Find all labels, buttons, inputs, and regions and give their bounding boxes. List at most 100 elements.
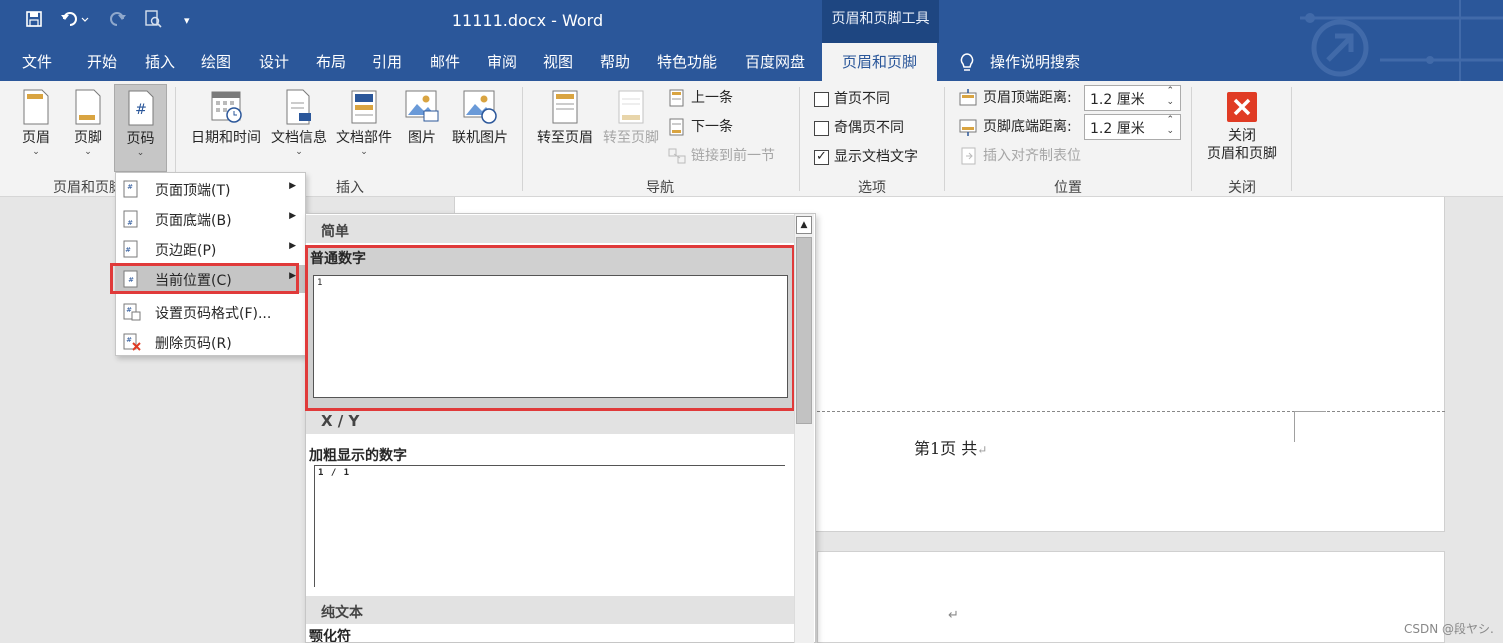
link-to-previous-label: 链接到前一节	[691, 148, 775, 164]
separator	[1191, 87, 1192, 191]
footer-distance-label: 页脚底端距离:	[983, 119, 1072, 135]
previous-button[interactable]: 上一条	[668, 89, 733, 107]
svg-text:#: #	[127, 219, 133, 227]
picture-label: 图片	[408, 130, 436, 146]
document-page-2[interactable]	[817, 551, 1445, 643]
gallery-section-simple: 简单	[306, 215, 794, 243]
picture-button[interactable]: 图片	[402, 89, 442, 147]
tab-baidu[interactable]: 百度网盘	[745, 52, 805, 72]
online-picture-button[interactable]: 联机图片	[448, 89, 512, 147]
gallery-item-plain-preview[interactable]: 1	[313, 275, 788, 398]
docinfo-button[interactable]: 文档信息 ⌄	[266, 89, 332, 157]
tab-layout[interactable]: 布局	[316, 52, 346, 72]
tab-home[interactable]: 开始	[87, 52, 117, 72]
footer-page-text[interactable]: 第1页 共↵	[914, 435, 987, 459]
svg-text:#: #	[126, 306, 132, 314]
checkbox-checked[interactable]	[814, 148, 829, 166]
close-header-footer-button[interactable]: 关闭 页眉和页脚	[1200, 91, 1284, 163]
group-label-position: 位置	[1054, 180, 1082, 196]
tab-header-footer[interactable]: 页眉和页脚	[822, 43, 938, 81]
menu-item-top-of-page[interactable]: # 页面顶端(T) ▶	[116, 175, 305, 203]
show-document-text-checkbox[interactable]: 显示文档文字	[814, 148, 918, 166]
different-odd-even-checkbox[interactable]: 奇偶页不同	[814, 119, 904, 137]
gallery-item-plain-title: 普通数字	[310, 251, 366, 267]
tell-me-search[interactable]: 操作说明搜索	[990, 52, 1080, 72]
menu-item-remove-page-numbers[interactable]: # 删除页码(R)	[116, 328, 305, 356]
context-tab-group: 页眉和页脚工具	[822, 0, 939, 43]
tab-help[interactable]: 帮助	[600, 52, 630, 72]
show-document-text-label: 显示文档文字	[834, 149, 918, 165]
next-button[interactable]: 下一条	[668, 118, 733, 136]
margin-marker	[1294, 412, 1295, 442]
gallery-item-tilde-title: 颚化符	[309, 629, 351, 643]
gallery-item-bold-title: 加粗显示的数字	[309, 448, 407, 464]
online-picture-label: 联机图片	[452, 130, 508, 146]
circuit-decoration-icon	[1300, 0, 1503, 81]
next-label: 下一条	[691, 119, 733, 135]
quick-parts-icon	[351, 90, 377, 124]
quick-parts-label: 文档部件	[336, 130, 392, 146]
gallery-item-bold-preview[interactable]: 1 / 1	[314, 465, 785, 587]
menu-label: 删除页码(R)	[155, 336, 232, 352]
footer-distance-row: 页脚底端距离:	[958, 118, 1072, 136]
paragraph-mark: ↵	[948, 608, 959, 623]
calendar-icon	[211, 91, 242, 123]
goto-header-button[interactable]: 转至页眉	[532, 89, 598, 147]
submenu-arrow-icon: ▶	[289, 181, 296, 191]
footer-distance-icon	[959, 119, 977, 136]
tab-draw[interactable]: 绘图	[201, 52, 231, 72]
footer-label: 页脚	[74, 130, 102, 146]
goto-footer-label: 转至页脚	[603, 130, 659, 146]
svg-text:#: #	[135, 102, 147, 118]
tab-mailings[interactable]: 邮件	[430, 52, 460, 72]
alignment-tab-icon	[961, 147, 976, 165]
margin-marker	[1294, 411, 1326, 412]
checkbox-box[interactable]	[814, 120, 829, 136]
tab-references[interactable]: 引用	[372, 52, 402, 72]
scroll-up-icon[interactable]: ▲	[796, 216, 812, 234]
footer-distance-value[interactable]: 1.2 厘米	[1090, 121, 1145, 137]
spinner-arrows-icon[interactable]: ⌃ ⌄	[1166, 115, 1174, 137]
menu-item-format-page-numbers[interactable]: # 设置页码格式(F)...	[116, 298, 305, 326]
format-page-numbers-icon: #	[123, 303, 141, 321]
next-icon	[669, 118, 684, 136]
preview-text: 1 / 1	[318, 468, 351, 478]
footer-text: 第1页 共	[914, 439, 978, 458]
group-label-insert: 插入	[336, 180, 364, 196]
tab-special[interactable]: 特色功能	[657, 52, 717, 72]
menu-label: 页边距(P)	[155, 243, 217, 259]
svg-text:#: #	[125, 246, 131, 254]
quick-parts-button[interactable]: 文档部件 ⌄	[332, 89, 396, 157]
gallery-section-plain-text: 纯文本	[306, 596, 794, 624]
menu-item-bottom-of-page[interactable]: # 页面底端(B) ▶	[116, 205, 305, 233]
menu-label: 页面顶端(T)	[155, 183, 231, 199]
menu-item-page-margins[interactable]: # 页边距(P) ▶	[116, 235, 305, 263]
different-first-page-checkbox[interactable]: 首页不同	[814, 90, 890, 108]
header-distance-label: 页眉顶端距离:	[983, 90, 1072, 106]
group-label-navigation: 导航	[646, 180, 674, 196]
spinner-arrows-icon[interactable]: ⌃ ⌄	[1166, 86, 1174, 108]
tab-file[interactable]: 文件	[22, 52, 52, 72]
scrollbar-thumb[interactable]	[796, 237, 812, 424]
tab-review[interactable]: 审阅	[487, 52, 517, 72]
svg-text:#: #	[126, 336, 132, 344]
header-label: 页眉	[22, 130, 50, 146]
tab-design[interactable]: 设计	[259, 52, 289, 72]
tab-view[interactable]: 视图	[543, 52, 573, 72]
header-distance-value[interactable]: 1.2 厘米	[1090, 92, 1145, 108]
separator	[944, 87, 945, 191]
previous-icon	[669, 89, 684, 107]
datetime-button[interactable]: 日期和时间	[188, 89, 264, 147]
tab-insert[interactable]: 插入	[145, 52, 175, 72]
document-info-icon	[286, 89, 311, 125]
footer-button[interactable]: 页脚 ⌄	[66, 89, 110, 157]
page-number-button[interactable]: # 页码 ⌄	[114, 84, 167, 172]
link-icon	[668, 148, 686, 164]
header-distance-spinner[interactable]: 1.2 厘米 ⌃ ⌄	[1084, 85, 1181, 111]
previous-label: 上一条	[691, 90, 733, 106]
gallery-item-plain-number[interactable]: 普通数字 1	[305, 245, 795, 411]
header-button[interactable]: 页眉 ⌄	[14, 89, 58, 157]
footer-distance-spinner[interactable]: 1.2 厘米 ⌃ ⌄	[1084, 114, 1181, 140]
close-icon	[1227, 92, 1257, 122]
checkbox-box[interactable]	[814, 91, 829, 107]
